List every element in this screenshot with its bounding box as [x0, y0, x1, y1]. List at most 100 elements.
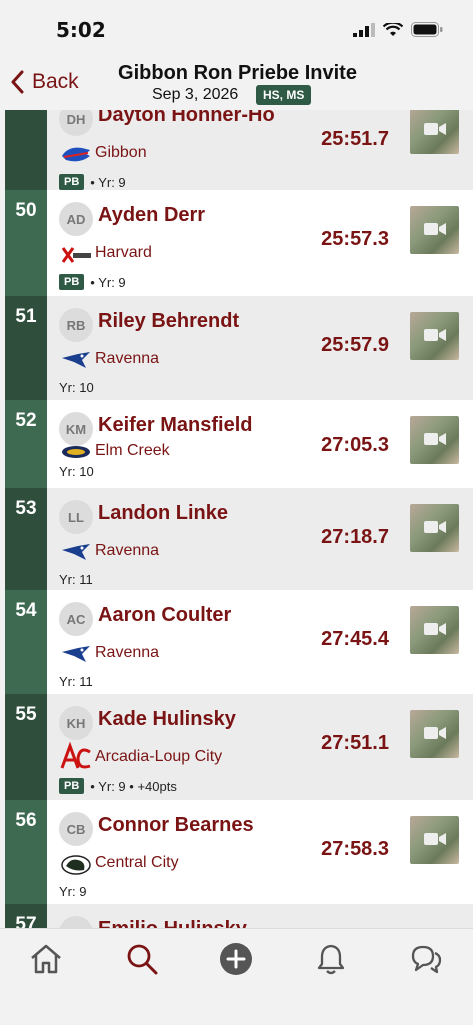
athlete-name[interactable]: Riley Behrendt: [98, 310, 239, 333]
team-name[interactable]: Central City: [95, 854, 179, 872]
result-row[interactable]: 56 CB Connor Bearnes Central City Yr: 9 …: [0, 800, 473, 904]
finish-time: 27:58.3: [321, 838, 389, 860]
athlete-meta: Yr: 11: [59, 572, 93, 587]
video-thumbnail[interactable]: [410, 504, 459, 552]
athlete-meta: Yr: 10: [59, 380, 94, 395]
add-icon: [220, 943, 252, 975]
video-thumbnail[interactable]: [410, 206, 459, 254]
result-card[interactable]: RB Riley Behrendt Ravenna Yr: 10 25:57.9: [47, 296, 473, 400]
result-row[interactable]: 54 AC Aaron Coulter Ravenna Yr: 11 27:45…: [0, 590, 473, 694]
finish-time: 25:51.7: [321, 128, 389, 150]
finish-time: 25:57.3: [321, 228, 389, 250]
result-row[interactable]: 51 RB Riley Behrendt Ravenna Yr: 10 25:5…: [0, 296, 473, 400]
result-card[interactable]: EH Emilio Hulinsky: [47, 904, 473, 928]
video-camera-icon: [424, 223, 446, 235]
athlete-name[interactable]: Dayton Hohner-Ho: [98, 110, 275, 127]
athlete-name[interactable]: Keifer Mansfield: [98, 414, 252, 437]
bills-logo-icon: [62, 147, 90, 162]
result-card[interactable]: AD Ayden Derr Harvard PB • Yr: 9 25:57.3: [47, 190, 473, 296]
athlete-name[interactable]: Ayden Derr: [98, 204, 205, 227]
meet-date: Sep 3, 2026: [152, 86, 239, 103]
finish-time: 27:45.4: [321, 628, 389, 650]
team-name[interactable]: Harvard: [95, 244, 152, 262]
search-icon: [127, 944, 158, 975]
video-camera-icon: [424, 521, 446, 533]
avatar: AD: [59, 202, 93, 236]
bell-icon: [317, 944, 345, 975]
pb-badge: PB: [59, 174, 85, 190]
video-thumbnail[interactable]: [410, 816, 459, 864]
result-row[interactable]: 52 KM Keifer Mansfield Elm Creek Yr: 10 …: [0, 400, 473, 488]
status-bar: 5:02: [0, 0, 473, 58]
team-name[interactable]: Arcadia-Loup City: [95, 748, 222, 766]
athlete-meta: Yr: 9: [59, 884, 86, 899]
video-camera-icon: [424, 833, 446, 845]
tab-add[interactable]: [216, 939, 256, 979]
place-cell: 56: [5, 800, 47, 904]
result-card[interactable]: KM Keifer Mansfield Elm Creek Yr: 10 27:…: [47, 400, 473, 488]
result-row[interactable]: DH Dayton Hohner-Ho Gibbon PB • Yr: 9 25:…: [0, 110, 473, 190]
athlete-name[interactable]: Emilio Hulinsky: [98, 918, 247, 928]
video-thumbnail[interactable]: [410, 110, 459, 154]
video-thumbnail[interactable]: [410, 312, 459, 360]
avatar: EH: [59, 916, 93, 928]
team-name[interactable]: Ravenna: [95, 542, 159, 560]
finish-time: 27:51.1: [321, 732, 389, 754]
team-name[interactable]: Ravenna: [95, 350, 159, 368]
status-time: 5:02: [56, 18, 106, 42]
athlete-name[interactable]: Landon Linke: [98, 502, 228, 525]
team-name[interactable]: Elm Creek: [95, 442, 170, 460]
tab-messages[interactable]: [406, 939, 446, 979]
alc-logo-icon: [60, 742, 91, 769]
system-icons: [353, 22, 443, 37]
athlete-name[interactable]: Aaron Coulter: [98, 604, 231, 627]
tab-notifications[interactable]: [311, 939, 351, 979]
athlete-name[interactable]: Kade Hulinsky: [98, 708, 236, 731]
athlete-details: Yr: 9: [59, 884, 87, 899]
athlete-details: Yr: 10: [59, 464, 94, 479]
chevron-left-icon: [11, 70, 24, 94]
result-card[interactable]: DH Dayton Hohner-Ho Gibbon PB • Yr: 9 25:…: [47, 110, 473, 190]
tab-search[interactable]: [122, 939, 162, 979]
battery-icon: [411, 22, 443, 37]
video-thumbnail[interactable]: [410, 416, 459, 464]
finish-time: 27:18.7: [321, 526, 389, 548]
place-cell: 50: [5, 190, 47, 296]
avatar: LL: [59, 500, 93, 534]
result-card[interactable]: LL Landon Linke Ravenna Yr: 11 27:18.7: [47, 488, 473, 590]
video-thumbnail[interactable]: [410, 606, 459, 654]
avatar: KH: [59, 706, 93, 740]
result-row[interactable]: 50 AD Ayden Derr Harvard PB • Yr: 9 25:57…: [0, 190, 473, 296]
nav-header: Back Gibbon Ron Priebe Invite Sep 3, 202…: [0, 58, 473, 110]
chat-icon: [411, 945, 442, 974]
bluejay-logo-icon: [62, 352, 90, 368]
place-cell: 53: [5, 488, 47, 590]
video-thumbnail[interactable]: [410, 710, 459, 758]
result-row[interactable]: 53 LL Landon Linke Ravenna Yr: 11 27:18.…: [0, 488, 473, 590]
tab-home[interactable]: [26, 939, 66, 979]
result-card[interactable]: KH Kade Hulinsky Arcadia-Loup City PB • Y…: [47, 694, 473, 800]
athlete-details: Yr: 11: [59, 674, 93, 689]
athlete-meta: PB • Yr: 9 • +40pts: [59, 778, 177, 794]
results-list[interactable]: DH Dayton Hohner-Ho Gibbon PB • Yr: 9 25:…: [0, 110, 473, 928]
place-cell: 55: [5, 694, 47, 800]
result-card[interactable]: CB Connor Bearnes Central City Yr: 9 27:…: [47, 800, 473, 904]
back-button[interactable]: Back: [10, 70, 79, 94]
result-row[interactable]: 55 KH Kade Hulinsky Arcadia-Loup City PB…: [0, 694, 473, 800]
tab-bar: [0, 928, 473, 1025]
avatar: DH: [59, 110, 93, 136]
video-camera-icon: [424, 433, 446, 445]
bison-logo-icon: [61, 855, 91, 875]
place-cell: 51: [5, 296, 47, 400]
athlete-details: • Yr: 9: [90, 174, 126, 190]
result-card[interactable]: AC Aaron Coulter Ravenna Yr: 11 27:45.4: [47, 590, 473, 694]
buffalo-logo-icon: [62, 446, 90, 458]
bluejay-logo-icon: [62, 646, 90, 662]
team-name[interactable]: Gibbon: [95, 144, 147, 162]
video-camera-icon: [424, 727, 446, 739]
back-label: Back: [32, 70, 79, 93]
result-row[interactable]: 57 EH Emilio Hulinsky: [0, 904, 473, 928]
team-name[interactable]: Ravenna: [95, 644, 159, 662]
meet-title: Gibbon Ron Priebe Invite: [118, 62, 357, 84]
athlete-name[interactable]: Connor Bearnes: [98, 814, 254, 837]
